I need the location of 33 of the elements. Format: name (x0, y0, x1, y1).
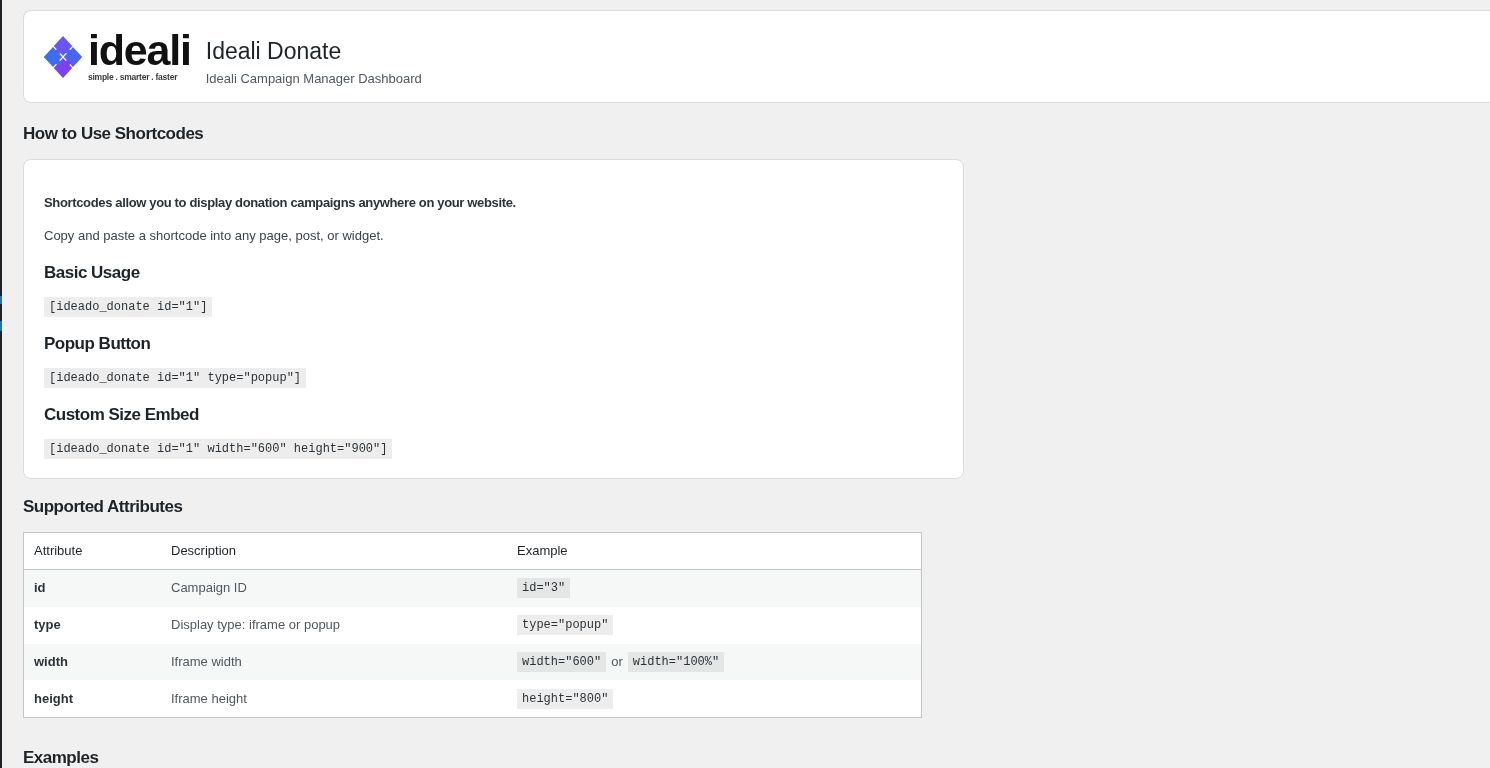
section-heading: Examples (23, 748, 100, 768)
table-cell-text: width (33, 652, 69, 671)
column-header: Attribute (33, 542, 84, 560)
shortcode-snippet: [ideado_donate id="1"] (44, 297, 213, 317)
puzzle-diamond-icon (43, 35, 83, 79)
code-snippet: width="100%" (627, 651, 725, 672)
logo-wordmark: ideali (88, 28, 191, 72)
page-subtitle: Ideali Campaign Manager Dashboard (205, 70, 422, 88)
subsection-heading: Custom Size Embed (44, 404, 200, 426)
shortcode-snippet: [ideado_donate id="1" type="popup"] (44, 368, 307, 388)
section-heading: Supported Attributes (23, 496, 184, 518)
table-cell-text: Display type: iframe or popup (170, 616, 342, 635)
page-title: Ideali Donate (205, 37, 343, 65)
shortcode-snippet: [ideado_donate id="1" width="600" height="900"] (44, 439, 393, 459)
table-cell-text: Campaign ID (170, 579, 248, 598)
conjunction-text: or (611, 652, 623, 671)
intro-text: Shortcodes allow you to display donation campaigns anywhere on your website. (44, 194, 517, 212)
table-cell-text: height (33, 689, 74, 708)
column-header: Description (170, 542, 238, 560)
instruction-text: Copy and paste a shortcode into any page, post, or widget. (44, 227, 385, 245)
code-snippet: width="600" (517, 651, 607, 672)
table-cell-text: id (33, 579, 47, 598)
code-snippet: height="800" (517, 688, 614, 709)
code-snippet: id="3" (517, 578, 571, 599)
section-heading: How to Use Shortcodes (23, 123, 205, 145)
logo-tagline: simple . smarter . faster (88, 72, 178, 82)
table-cell-text: Iframe width (170, 652, 243, 671)
subsection-heading: Basic Usage (44, 262, 141, 284)
column-header: Example (516, 542, 569, 560)
subsection-heading: Popup Button (44, 333, 152, 355)
code-snippet: type="popup" (517, 615, 614, 636)
table-cell-text: type (33, 616, 62, 635)
table-cell-text: Iframe height (170, 689, 248, 708)
